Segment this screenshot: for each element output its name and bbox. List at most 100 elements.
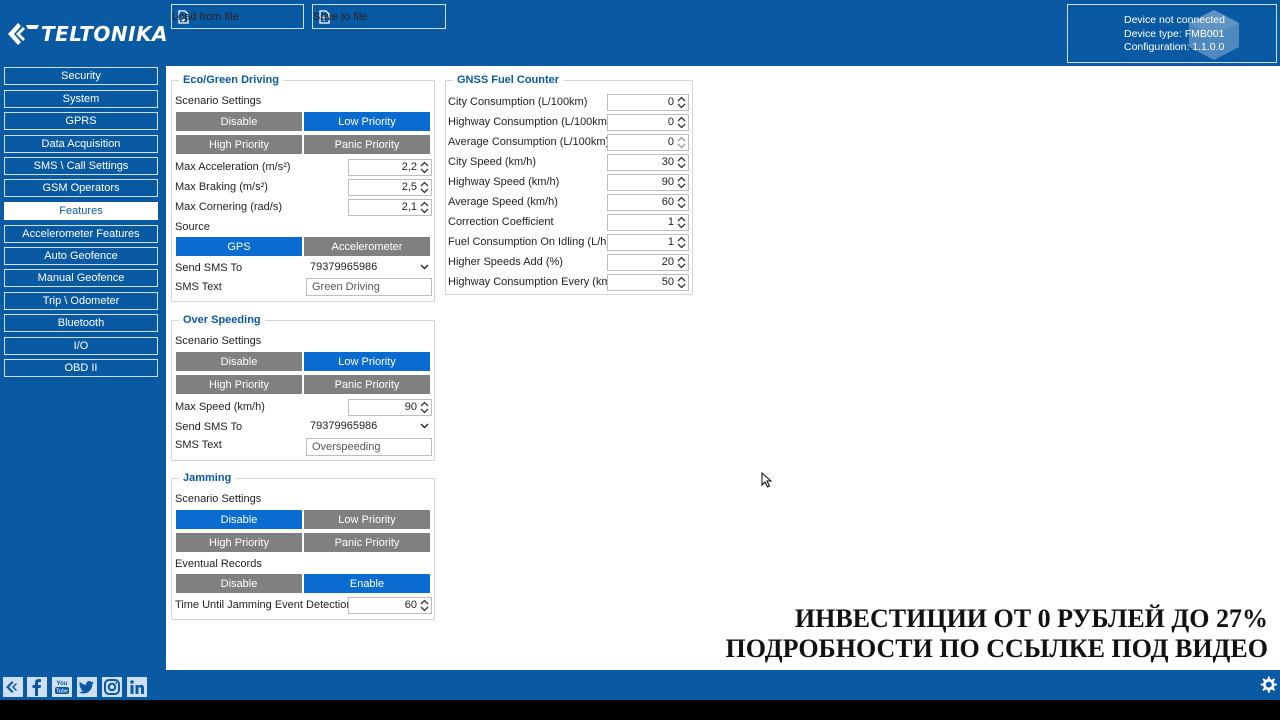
linkedin-icon[interactable] — [127, 677, 147, 697]
jamming-low-priority-button[interactable]: Low Priority — [303, 509, 431, 530]
spinner-arrows-icon[interactable] — [677, 236, 686, 249]
spinner-arrows-icon[interactable] — [420, 599, 429, 612]
spinner-arrows-icon[interactable] — [677, 116, 686, 129]
twitter-icon[interactable] — [77, 677, 97, 697]
max-speed-label: Max Speed (km/h) — [175, 401, 265, 413]
spinner-arrows-icon[interactable] — [420, 401, 429, 414]
main-content: Eco/Green Driving Scenario Settings Disa… — [166, 66, 1280, 670]
sidebar-item-sms-call-settings[interactable]: SMS \ Call Settings — [4, 157, 158, 175]
gnss-row-value: 90 — [661, 176, 674, 188]
sidebar-item-gsm-operators[interactable]: GSM Operators — [4, 179, 158, 197]
sidebar-item-io[interactable]: I/O — [4, 337, 158, 355]
settings-gear-icon[interactable] — [1258, 675, 1278, 695]
gnss-row-input[interactable]: 20 — [607, 254, 689, 271]
eventual-enable-button[interactable]: Enable — [303, 573, 431, 594]
overspeed-disable-button[interactable]: Disable — [175, 351, 303, 372]
jamming-time-input[interactable]: 60 — [348, 597, 432, 614]
gnss-row-input[interactable]: 0 — [607, 134, 689, 151]
sidebar-item-obd-ii[interactable]: OBD II — [4, 359, 158, 377]
eco-sms-text-input[interactable]: Green Driving — [306, 278, 432, 296]
spinner-arrows-icon[interactable] — [420, 201, 429, 214]
teltonika-icon[interactable] — [3, 677, 23, 697]
source-gps-button[interactable]: GPS — [175, 236, 303, 257]
max-acceleration-input[interactable]: 2,2 — [348, 159, 432, 176]
gnss-row-input[interactable]: 1 — [607, 214, 689, 231]
max-cornering-label: Max Cornering (rad/s) — [175, 201, 282, 213]
gnss-row-input[interactable]: 0 — [607, 94, 689, 111]
overspeed-send-sms-select[interactable]: 79379965986 — [306, 418, 432, 435]
sidebar-item-auto-geofence[interactable]: Auto Geofence — [4, 247, 158, 265]
overspeed-sms-text-input[interactable]: Overspeeding — [306, 438, 432, 456]
gnss-row-value: 1 — [667, 216, 674, 228]
overspeed-send-sms-value: 79379965986 — [310, 420, 378, 432]
gnss-row-input[interactable]: 60 — [607, 194, 689, 211]
sidebar-item-trip-odometer[interactable]: Trip \ Odometer — [4, 292, 158, 310]
max-speed-input[interactable]: 90 — [348, 399, 432, 416]
overspeed-panic-priority-button[interactable]: Panic Priority — [303, 374, 431, 395]
gnss-row-input[interactable]: 0 — [607, 114, 689, 131]
instagram-icon[interactable] — [102, 677, 122, 697]
overspeed-low-priority-button[interactable]: Low Priority — [303, 351, 431, 372]
gnss-row-value: 0 — [667, 96, 674, 108]
over-speeding-panel: Over Speeding Scenario Settings Disable … — [171, 314, 435, 461]
overspeed-sms-text-value: Overspeeding — [312, 441, 381, 453]
spinner-arrows-icon[interactable] — [677, 136, 686, 149]
sidebar-item-manual-geofence[interactable]: Manual Geofence — [4, 269, 158, 287]
sidebar-item-accelerometer-features[interactable]: Accelerometer Features — [4, 225, 158, 243]
eco-panic-priority-button[interactable]: Panic Priority — [303, 134, 431, 155]
sidebar-item-features[interactable]: Features — [4, 202, 158, 220]
eco-send-sms-label: Send SMS To — [175, 262, 243, 274]
brand-name: TELTONIKA — [41, 22, 169, 46]
eco-scenario-label: Scenario Settings — [175, 95, 262, 107]
spinner-arrows-icon[interactable] — [677, 96, 686, 109]
spinner-arrows-icon[interactable] — [677, 276, 686, 289]
app-window: TELTONIKA Load from file Save to file De… — [0, 0, 1280, 700]
gnss-row-input[interactable]: 50 — [607, 274, 689, 291]
gnss-row-input[interactable]: 1 — [607, 234, 689, 251]
gnss-row-label: Highway Consumption (L/100km) — [448, 116, 611, 128]
eco-send-sms-select[interactable]: 79379965986 — [306, 259, 432, 276]
jamming-panic-priority-button[interactable]: Panic Priority — [303, 532, 431, 553]
jamming-scenario-label: Scenario Settings — [175, 493, 262, 505]
max-braking-input[interactable]: 2,5 — [348, 179, 432, 196]
sidebar-item-system[interactable]: System — [4, 90, 158, 108]
max-cornering-input[interactable]: 2,1 — [348, 199, 432, 216]
gnss-row-input[interactable]: 90 — [607, 174, 689, 191]
facebook-icon[interactable] — [27, 677, 47, 697]
eco-high-priority-button[interactable]: High Priority — [175, 134, 303, 155]
device-status-lines: Device not connected Device type: FMB001… — [1124, 14, 1225, 55]
spinner-arrows-icon[interactable] — [677, 196, 686, 209]
eco-low-priority-button[interactable]: Low Priority — [303, 111, 431, 132]
save-to-file-button[interactable]: Save to file — [312, 4, 446, 29]
spinner-arrows-icon[interactable] — [420, 181, 429, 194]
gnss-row-label: Average Speed (km/h) — [448, 196, 558, 208]
teltonika-logo-icon — [8, 23, 39, 45]
youtube-icon[interactable]: You Tube — [52, 677, 72, 697]
svg-text:Tube: Tube — [56, 689, 68, 695]
gnss-row-label: Highway Speed (km/h) — [448, 176, 560, 188]
load-from-file-button[interactable]: Load from file — [171, 4, 304, 29]
sidebar-item-security[interactable]: Security — [4, 67, 158, 85]
gnss-fuel-counter-title: GNSS Fuel Counter — [453, 74, 564, 86]
eco-disable-button[interactable]: Disable — [175, 111, 303, 132]
spinner-arrows-icon[interactable] — [677, 156, 686, 169]
sidebar-item-gprs[interactable]: GPRS — [4, 112, 158, 130]
promo-line-2: ПОДРОБНОСТИ ПО ССЫЛКЕ ПОД ВИДЕО — [725, 634, 1268, 663]
gnss-row-input[interactable]: 30 — [607, 154, 689, 171]
jamming-disable-button[interactable]: Disable — [175, 509, 303, 530]
gnss-row-label: City Consumption (L/100km) — [448, 96, 588, 108]
spinner-arrows-icon[interactable] — [677, 216, 686, 229]
sidebar-item-data-acquisition[interactable]: Data Acquisition — [4, 135, 158, 153]
overspeed-high-priority-button[interactable]: High Priority — [175, 374, 303, 395]
gnss-row-value: 50 — [661, 276, 674, 288]
promo-line-1: ИНВЕСТИЦИИ ОТ 0 РУБЛЕЙ ДО 27% — [794, 604, 1268, 633]
spinner-arrows-icon[interactable] — [677, 256, 686, 269]
eco-driving-panel: Eco/Green Driving Scenario Settings Disa… — [171, 74, 435, 302]
sidebar-item-bluetooth[interactable]: Bluetooth — [4, 314, 158, 332]
spinner-arrows-icon[interactable] — [677, 176, 686, 189]
jamming-high-priority-button[interactable]: High Priority — [175, 532, 303, 553]
source-accelerometer-button[interactable]: Accelerometer — [303, 236, 431, 257]
jamming-title: Jamming — [179, 472, 236, 484]
eventual-disable-button[interactable]: Disable — [175, 573, 303, 594]
spinner-arrows-icon[interactable] — [420, 161, 429, 174]
